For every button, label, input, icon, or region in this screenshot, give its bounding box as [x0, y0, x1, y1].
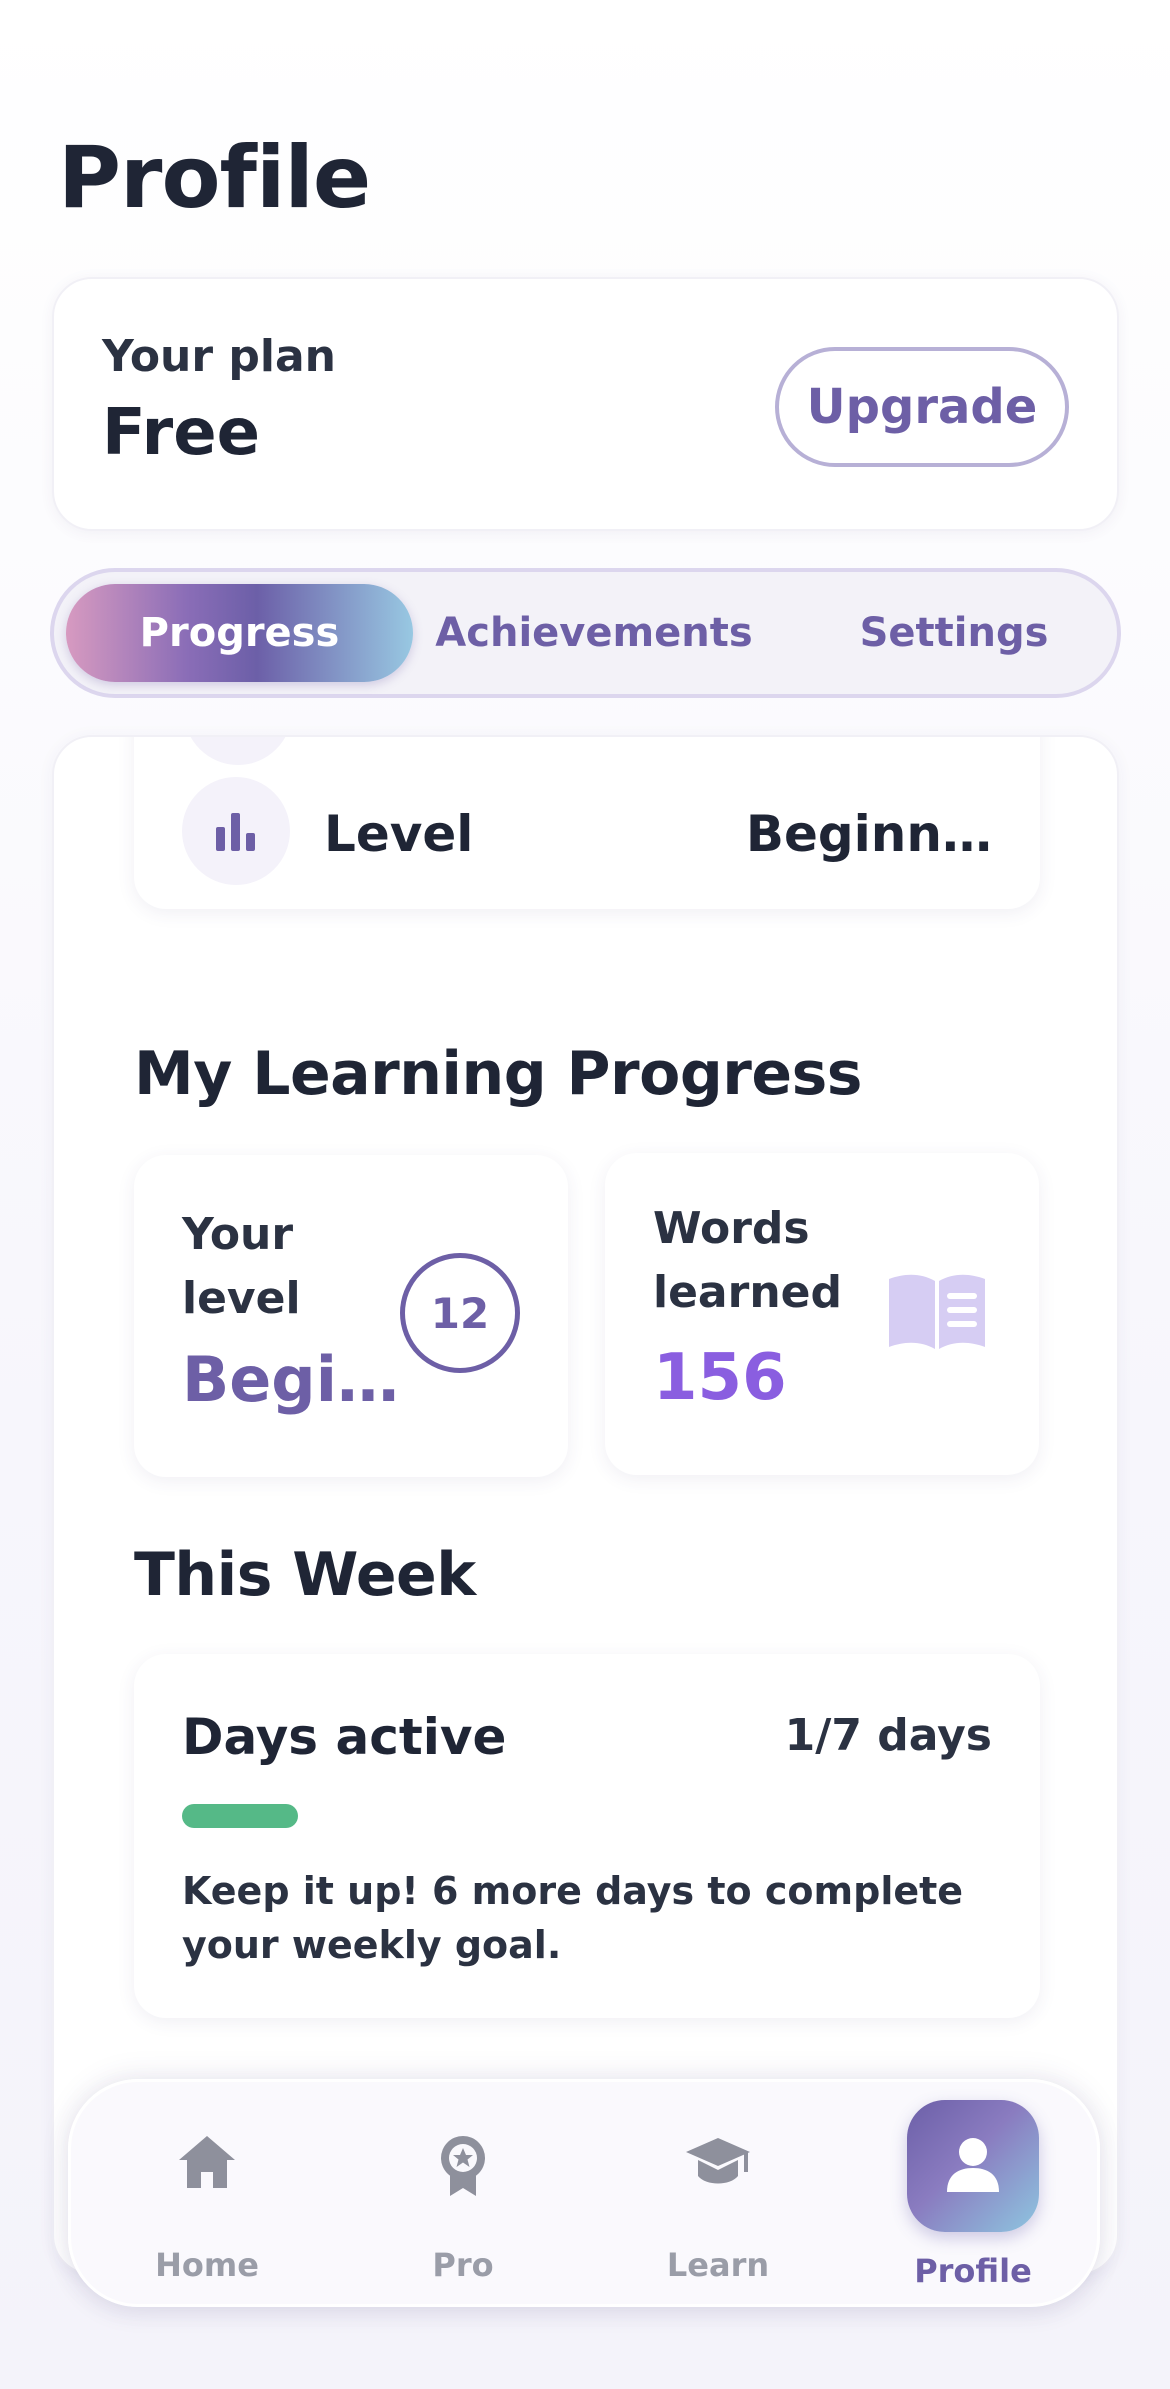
words-learned-label: Words learned — [653, 1203, 842, 1318]
nav-home-label: Home — [155, 2246, 259, 2284]
learning-progress-title: My Learning Progress — [134, 1039, 863, 1109]
home-icon — [177, 2134, 237, 2194]
level-number-badge: 12 — [400, 1253, 520, 1373]
nav-pro[interactable]: Pro — [373, 2082, 553, 2310]
nav-learn[interactable]: Learn — [628, 2082, 808, 2310]
tab-bar: Progress Achievements Settings — [50, 568, 1121, 698]
nav-learn-label: Learn — [666, 2246, 770, 2284]
weekly-goal-message: Keep it up! 6 more days to complete your… — [182, 1869, 964, 1967]
award-icon — [436, 2134, 490, 2202]
level-row-card: Level Beginn… — [134, 737, 1040, 909]
level-row-value: Beginn… — [745, 805, 992, 863]
bottom-nav: Home Pro Learn Profile — [68, 2079, 1100, 2307]
days-active-card: Days active 1/7 days Keep it up! 6 more … — [134, 1654, 1040, 2018]
days-active-label: Days active — [182, 1708, 507, 1766]
level-row-label: Level — [324, 805, 474, 863]
previous-row-icon — [184, 737, 292, 765]
your-level-label: Your level — [182, 1209, 301, 1324]
plan-card: Your plan Free Upgrade — [52, 277, 1119, 531]
book-icon — [885, 1271, 989, 1355]
page-title: Profile — [58, 128, 371, 228]
upgrade-button[interactable]: Upgrade — [775, 347, 1069, 467]
graduation-cap-icon — [684, 2134, 752, 2194]
plan-value: Free — [102, 396, 260, 470]
weekly-progress-fill — [182, 1804, 298, 1828]
progress-panel[interactable]: Level Beginn… My Learning Progress Your … — [52, 735, 1119, 2275]
bar-chart-icon — [182, 777, 290, 885]
nav-profile[interactable]: Profile — [883, 2082, 1063, 2310]
your-level-card: Your level Begi… 12 — [134, 1155, 568, 1477]
days-active-count: 1/7 days — [784, 1710, 992, 1761]
nav-profile-label: Profile — [914, 2252, 1032, 2290]
tab-progress[interactable]: Progress — [66, 584, 413, 682]
tab-settings[interactable]: Settings — [824, 584, 1084, 682]
weekly-progress-bar — [182, 1804, 992, 1828]
this-week-title: This Week — [134, 1540, 476, 1610]
words-learned-card: Words learned 156 — [605, 1153, 1039, 1475]
tab-achievements[interactable]: Achievements — [414, 584, 774, 682]
words-learned-value: 156 — [653, 1341, 787, 1415]
your-level-value: Begi… — [182, 1343, 399, 1416]
plan-label: Your plan — [102, 331, 336, 382]
nav-pro-label: Pro — [432, 2246, 494, 2284]
nav-home[interactable]: Home — [117, 2082, 297, 2310]
